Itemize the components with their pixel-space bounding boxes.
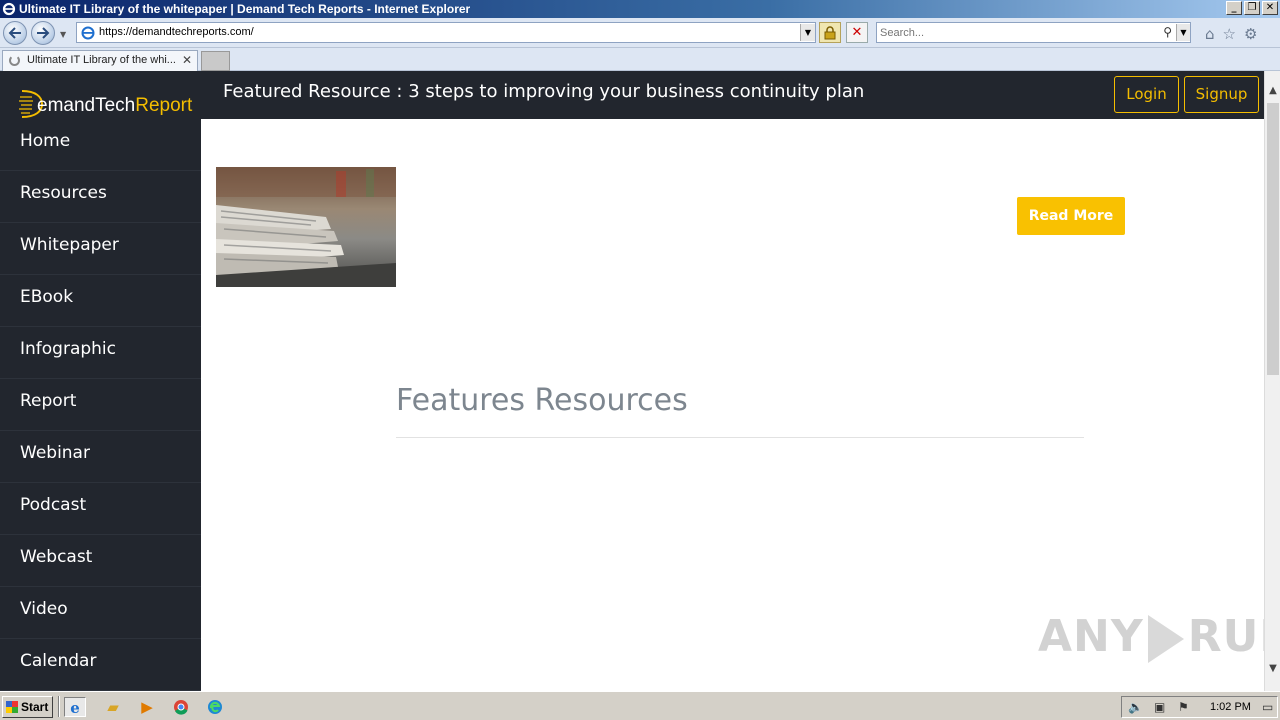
folder-taskbar-icon[interactable]: ▰ — [102, 697, 124, 717]
edge-taskbar-icon[interactable] — [204, 697, 226, 717]
anyrun-watermark: ANYRUN — [1038, 611, 1264, 663]
sidebar-item-resources[interactable]: Resources — [0, 171, 201, 223]
history-dropdown-icon[interactable]: ▼ — [60, 30, 66, 39]
tab-strip: Ultimate IT Library of the whi... ✕ — [0, 48, 1280, 71]
tools-gear-icon[interactable]: ⚙ — [1244, 25, 1257, 43]
search-input[interactable] — [880, 25, 1150, 40]
signup-button[interactable]: Signup — [1184, 76, 1259, 113]
sidebar-item-video[interactable]: Video — [0, 587, 201, 639]
action-center-flag-icon[interactable]: ⚑ — [1178, 700, 1189, 714]
section-title: Features Resources — [396, 383, 688, 418]
back-button[interactable] — [3, 21, 27, 45]
lock-icon — [824, 26, 836, 40]
address-bar[interactable]: https://demandtechreports.com/ ▼ — [76, 22, 816, 43]
network-icon[interactable]: ▣ — [1154, 700, 1165, 714]
search-dropdown-icon[interactable]: ▼ — [1176, 24, 1190, 41]
sidebar-item-infographic[interactable]: Infographic — [0, 327, 201, 379]
tab-title: Ultimate IT Library of the whi... — [27, 54, 176, 66]
login-button[interactable]: Login — [1114, 76, 1179, 113]
show-desktop-icon[interactable]: ▭ — [1262, 700, 1273, 714]
sidebar-item-ebook[interactable]: EBook — [0, 275, 201, 327]
windows-taskbar: Start e ▰ ▶ 🔈 ▣ ⚑ 1:02 PM ▭ — [0, 691, 1280, 720]
featured-resource-text[interactable]: Featured Resource : 3 steps to improving… — [223, 81, 864, 102]
tab-close-icon[interactable]: ✕ — [182, 53, 192, 67]
search-box[interactable]: ⚲ ▼ — [876, 22, 1191, 43]
scroll-thumb[interactable] — [1267, 103, 1279, 375]
taskbar-clock[interactable]: 1:02 PM — [1210, 701, 1251, 713]
address-dropdown-icon[interactable]: ▼ — [800, 24, 815, 41]
page-viewport: emandTechReport Featured Resource : 3 st… — [0, 71, 1264, 691]
maximize-button[interactable]: ❐ — [1244, 1, 1260, 15]
favorites-star-icon[interactable]: ☆ — [1223, 25, 1236, 43]
sidebar-item-home[interactable]: Home — [0, 119, 201, 171]
new-tab-button[interactable] — [201, 51, 230, 71]
media-player-taskbar-icon[interactable]: ▶ — [136, 697, 158, 717]
window-titlebar: Ultimate IT Library of the whitepaper | … — [0, 0, 1280, 18]
newspaper-stack-image — [216, 167, 396, 287]
stop-x-icon: ✕ — [851, 25, 863, 40]
featured-resource-image[interactable] — [216, 167, 396, 287]
sidebar-item-podcast[interactable]: Podcast — [0, 483, 201, 535]
forward-button[interactable] — [31, 21, 55, 45]
sidebar-item-whitepaper[interactable]: Whitepaper — [0, 223, 201, 275]
system-tray: 🔈 ▣ ⚑ 1:02 PM ▭ — [1121, 696, 1278, 718]
stop-button[interactable]: ✕ — [846, 22, 868, 43]
site-header: emandTechReport Featured Resource : 3 st… — [0, 71, 1264, 119]
section-divider — [396, 437, 1084, 438]
internet-explorer-icon — [2, 2, 16, 16]
loading-spinner-icon — [9, 55, 20, 66]
read-more-button[interactable]: Read More — [1017, 197, 1125, 235]
tab-active[interactable]: Ultimate IT Library of the whi... ✕ — [2, 50, 198, 71]
start-button[interactable]: Start — [2, 696, 53, 718]
taskbar-separator — [58, 696, 60, 717]
ie-page-icon — [81, 26, 95, 40]
ie-taskbar-icon[interactable]: e — [64, 697, 86, 717]
home-icon[interactable]: ⌂ — [1205, 25, 1215, 43]
sidebar-item-webcast[interactable]: Webcast — [0, 535, 201, 587]
scroll-up-arrow-icon[interactable]: ▲ — [1265, 85, 1280, 99]
chrome-taskbar-icon[interactable] — [170, 697, 192, 717]
play-triangle-icon — [1147, 615, 1184, 663]
sidebar-nav: Home Resources Whitepaper EBook Infograp… — [0, 119, 201, 691]
page-scrollbar[interactable]: ▲ ▼ — [1264, 71, 1280, 691]
logo-text: emandTechReport — [37, 95, 193, 116]
url-text[interactable]: https://demandtechreports.com/ — [99, 26, 254, 38]
minimize-button[interactable]: _ — [1226, 1, 1242, 15]
forward-arrow-icon — [37, 27, 50, 39]
window-title: Ultimate IT Library of the whitepaper | … — [19, 2, 471, 16]
search-icon[interactable]: ⚲ — [1163, 25, 1172, 39]
scroll-down-arrow-icon[interactable]: ▼ — [1265, 663, 1280, 677]
windows-flag-icon — [6, 701, 18, 713]
close-button[interactable]: ✕ — [1262, 1, 1278, 15]
security-lock-button[interactable] — [819, 22, 841, 43]
sidebar-item-calendar[interactable]: Calendar — [0, 639, 201, 691]
sidebar-item-report[interactable]: Report — [0, 379, 201, 431]
browser-toolbar: ▼ https://demandtechreports.com/ ▼ ✕ ⚲ ▼… — [0, 18, 1280, 48]
sidebar-item-webinar[interactable]: Webinar — [0, 431, 201, 483]
back-arrow-icon — [8, 27, 21, 39]
speaker-icon[interactable]: 🔈 — [1128, 700, 1143, 714]
